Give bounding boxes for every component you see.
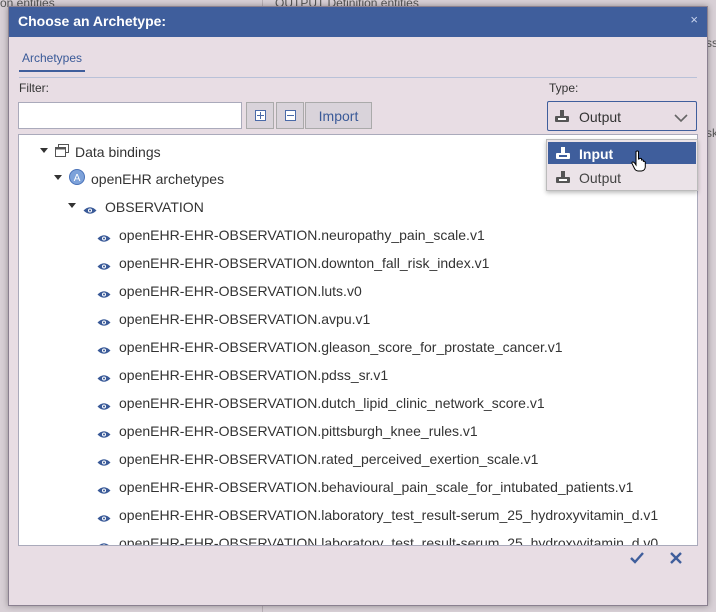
eye-icon [97,258,111,270]
caret-down-icon[interactable] [40,148,48,153]
caret-down-icon[interactable] [54,175,62,180]
type-dropdown-list: Input Output [546,139,698,191]
tree-item-label: openEHR-EHR-OBSERVATION.avpu.v1 [119,311,371,327]
tree-item-label: openEHR-EHR-OBSERVATION.laboratory_test_… [119,507,659,523]
eye-icon [97,286,111,298]
tree-item-label: openEHR-EHR-OBSERVATION.neuropathy_pain_… [119,227,485,243]
eye-icon [97,342,111,354]
eye-icon [97,510,111,522]
tree-item-archetype[interactable]: openEHR-EHR-OBSERVATION.gleason_score_fo… [19,336,689,358]
choose-archetype-dialog: Choose an Archetype: × Archetypes Filter… [8,6,708,606]
minus-box-icon [284,110,296,121]
inbox-tray-icon [555,110,569,122]
import-button[interactable]: Import [305,102,372,129]
type-option-label: Output [579,170,622,186]
inbox-tray-icon [556,171,570,183]
tree-node-label: openEHR archetypes [91,171,225,187]
tree-item-archetype[interactable]: openEHR-EHR-OBSERVATION.pdss_sr.v1 [19,364,689,386]
eye-icon [97,230,111,242]
tab-archetypes[interactable]: Archetypes [19,51,86,72]
openehr-logo-icon: A [69,169,85,188]
tree-node-observation[interactable]: OBSERVATION [19,196,689,218]
tree-item-label: openEHR-EHR-OBSERVATION.gleason_score_fo… [119,339,563,355]
tree-node-label: OBSERVATION [105,199,204,215]
type-select[interactable]: Output [547,101,697,131]
eye-icon [97,398,111,410]
eye-icon [97,314,111,326]
filter-input[interactable] [18,102,242,129]
inbox-tray-icon [556,147,570,159]
filter-label: Filter: [19,81,49,95]
tree-item-archetype[interactable]: openEHR-EHR-OBSERVATION.neuropathy_pain_… [19,224,689,246]
tree-item-archetype[interactable]: openEHR-EHR-OBSERVATION.downton_fall_ris… [19,252,689,274]
type-option-label: Input [579,146,614,162]
tree-item-label: openEHR-EHR-OBSERVATION.luts.v0 [119,283,362,299]
collapse-all-button[interactable] [276,102,304,129]
archetype-tree[interactable]: Data bindings A openEHR archetypes OBSER… [18,134,698,546]
tree-item-archetype[interactable]: openEHR-EHR-OBSERVATION.rated_perceived_… [19,448,689,470]
close-icon[interactable]: × [690,12,698,27]
type-option-input[interactable]: Input [548,142,696,164]
plus-box-icon [254,110,266,121]
eye-icon [97,426,111,438]
eye-icon [83,202,97,214]
tree-item-archetype[interactable]: openEHR-EHR-OBSERVATION.dutch_lipid_clin… [19,392,689,414]
type-select-value: Output [579,109,622,125]
tab-bar: Archetypes [19,43,697,78]
tree-item-label: openEHR-EHR-OBSERVATION.laboratory_test_… [119,535,659,546]
caret-down-icon[interactable] [68,203,76,208]
expand-all-button[interactable] [246,102,274,129]
window-stack-icon [55,144,69,160]
type-option-output[interactable]: Output [548,166,696,188]
tree-item-label: openEHR-EHR-OBSERVATION.pittsburgh_knee_… [119,423,478,439]
eye-icon [97,482,111,494]
tree-item-label: openEHR-EHR-OBSERVATION.rated_perceived_… [119,451,539,467]
tree-item-archetype[interactable]: openEHR-EHR-OBSERVATION.laboratory_test_… [19,532,689,546]
tree-item-archetype[interactable]: openEHR-EHR-OBSERVATION.laboratory_test_… [19,504,689,526]
svg-text:A: A [74,173,81,184]
type-label: Type: [549,81,579,95]
tree-item-label: openEHR-EHR-OBSERVATION.pdss_sr.v1 [119,367,389,383]
eye-icon [97,454,111,466]
dialog-titlebar: Choose an Archetype: × [9,7,707,37]
tree-item-archetype[interactable]: openEHR-EHR-OBSERVATION.avpu.v1 [19,308,689,330]
tree-item-label: openEHR-EHR-OBSERVATION.dutch_lipid_clin… [119,395,545,411]
tree-item-archetype[interactable]: openEHR-EHR-OBSERVATION.luts.v0 [19,280,689,302]
hand-cursor-icon [631,150,646,172]
dialog-title: Choose an Archetype: [18,13,167,29]
tree-item-archetype[interactable]: openEHR-EHR-OBSERVATION.behavioural_pain… [19,476,689,498]
eye-icon [97,538,111,545]
cancel-x-icon[interactable] [669,551,683,570]
chevron-down-icon [674,110,688,128]
tree-item-label: openEHR-EHR-OBSERVATION.behavioural_pain… [119,479,634,495]
tree-item-label: openEHR-EHR-OBSERVATION.downton_fall_ris… [119,255,490,271]
confirm-check-icon[interactable] [629,551,645,570]
tree-item-archetype[interactable]: openEHR-EHR-OBSERVATION.pittsburgh_knee_… [19,420,689,442]
tree-node-label: Data bindings [75,144,161,160]
eye-icon [97,370,111,382]
